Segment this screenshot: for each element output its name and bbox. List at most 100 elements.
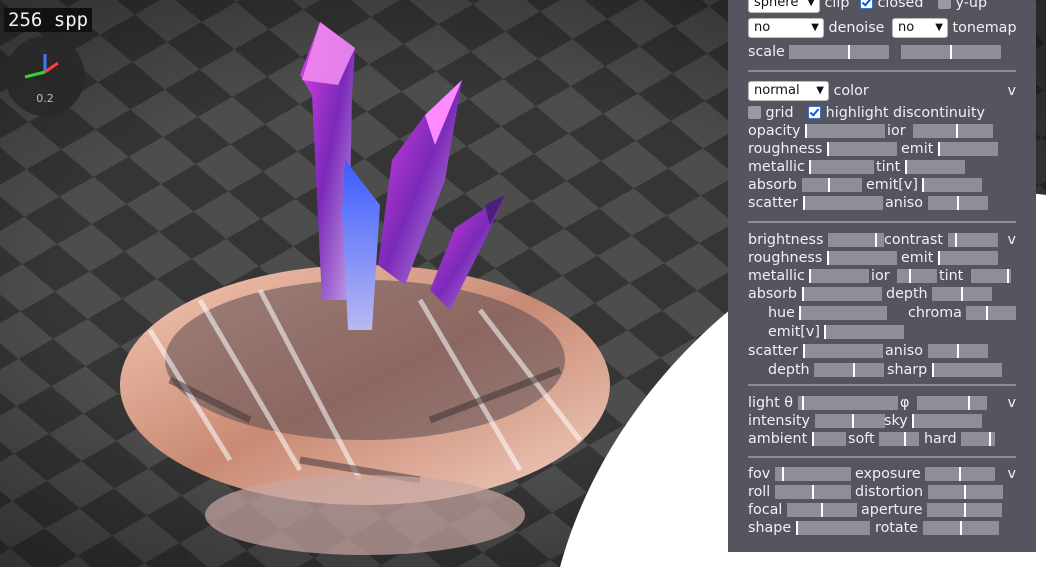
focal-slider[interactable]	[786, 503, 857, 517]
slider-knob[interactable]	[961, 287, 964, 301]
slider-knob[interactable]	[954, 233, 957, 247]
aperture-shape-slider[interactable]	[795, 521, 870, 535]
denoise-select[interactable]: no ▼	[748, 18, 824, 38]
slider-knob[interactable]	[937, 251, 940, 265]
collapse-material-toggle[interactable]: v	[1008, 82, 1016, 100]
aperture-slider[interactable]	[927, 503, 1003, 517]
slider-knob[interactable]	[875, 233, 878, 247]
grid-checkbox[interactable]	[748, 106, 761, 119]
aniso-slider[interactable]	[927, 196, 988, 210]
slider-knob[interactable]	[922, 178, 925, 192]
y-up-checkbox[interactable]	[937, 0, 951, 9]
scale-slider-2[interactable]	[900, 45, 1001, 59]
chroma-slider[interactable]	[966, 306, 1017, 320]
collapse-camera-toggle[interactable]: v	[1008, 465, 1016, 483]
tonemap-select[interactable]: no ▼	[892, 18, 948, 38]
slider-knob[interactable]	[801, 287, 804, 301]
intensity-slider[interactable]	[814, 414, 885, 428]
emit-v-slider[interactable]	[824, 325, 905, 339]
slider-knob[interactable]	[967, 396, 970, 410]
slider-knob[interactable]	[949, 45, 952, 59]
slider-knob[interactable]	[908, 269, 911, 283]
ior-slider[interactable]	[897, 269, 938, 283]
hue-slider[interactable]	[799, 306, 888, 320]
tint-slider[interactable]	[970, 269, 1011, 283]
slider-knob[interactable]	[964, 485, 967, 499]
slider-knob[interactable]	[956, 344, 959, 358]
roughness-slider[interactable]	[826, 142, 897, 156]
depth-slider-2[interactable]	[814, 363, 885, 377]
slider-knob[interactable]	[802, 396, 805, 410]
slider-knob[interactable]	[848, 45, 851, 59]
roughness-slider[interactable]	[826, 251, 897, 265]
slider-knob[interactable]	[802, 344, 805, 358]
soft-slider[interactable]	[879, 432, 920, 446]
rotate-slider[interactable]	[922, 521, 999, 535]
emit-v-slider[interactable]	[922, 178, 983, 192]
ior-slider[interactable]	[913, 124, 994, 138]
ambient-slider[interactable]	[811, 432, 846, 446]
hard-slider[interactable]	[961, 432, 996, 446]
slider-knob[interactable]	[802, 196, 805, 210]
slider-knob[interactable]	[904, 160, 907, 174]
axis-gizmo[interactable]: 0.2	[5, 36, 85, 116]
slider-knob[interactable]	[989, 432, 992, 446]
depth-slider[interactable]	[932, 287, 993, 301]
slider-knob[interactable]	[811, 432, 814, 446]
slider-knob[interactable]	[799, 306, 802, 320]
slider-knob[interactable]	[956, 124, 959, 138]
settings-panel[interactable]: sphere ▼ clip closed y-up no ▼ denoise no ▼…	[728, 0, 1036, 552]
closed-checkbox[interactable]	[859, 0, 873, 9]
absorb-slider[interactable]	[801, 178, 862, 192]
opacity-slider[interactable]	[805, 124, 886, 138]
roll-slider[interactable]	[774, 485, 851, 499]
scatter-slider[interactable]	[802, 196, 883, 210]
metallic-slider[interactable]	[809, 160, 875, 174]
brightness-slider[interactable]	[827, 233, 884, 247]
highlight-discontinuity-checkbox[interactable]	[808, 106, 822, 119]
tint-slider[interactable]	[904, 160, 965, 174]
slider-knob[interactable]	[811, 485, 814, 499]
material-mode-select[interactable]: normal ▼	[748, 81, 829, 101]
light-theta-slider[interactable]	[797, 396, 898, 410]
exposure-slider[interactable]	[925, 467, 996, 481]
slider-knob[interactable]	[826, 142, 829, 156]
shape-select[interactable]: sphere ▼	[748, 0, 820, 13]
slider-knob[interactable]	[809, 160, 812, 174]
scatter-slider[interactable]	[802, 344, 883, 358]
distortion-slider[interactable]	[927, 485, 1003, 499]
light-phi-slider[interactable]	[916, 396, 987, 410]
slider-knob[interactable]	[1006, 269, 1009, 283]
contrast-slider[interactable]	[947, 233, 998, 247]
sky-slider[interactable]	[912, 414, 983, 428]
slider-knob[interactable]	[826, 251, 829, 265]
slider-knob[interactable]	[827, 178, 830, 192]
slider-knob[interactable]	[851, 414, 854, 428]
metallic-slider[interactable]	[809, 269, 870, 283]
aniso-slider[interactable]	[927, 344, 988, 358]
slider-knob[interactable]	[809, 269, 812, 283]
slider-knob[interactable]	[985, 306, 988, 320]
slider-knob[interactable]	[852, 363, 855, 377]
scale-slider[interactable]	[789, 45, 890, 59]
slider-knob[interactable]	[795, 521, 798, 535]
emit-slider[interactable]	[937, 251, 998, 265]
collapse-light-toggle[interactable]: v	[1008, 394, 1016, 412]
slider-knob[interactable]	[903, 432, 906, 446]
sharp-slider[interactable]	[931, 363, 1002, 377]
absorb-slider[interactable]	[801, 287, 882, 301]
slider-knob[interactable]	[959, 467, 962, 481]
slider-knob[interactable]	[937, 142, 940, 156]
slider-knob[interactable]	[963, 503, 966, 517]
slider-knob[interactable]	[824, 325, 827, 339]
slider-knob[interactable]	[820, 503, 823, 517]
slider-knob[interactable]	[805, 124, 808, 138]
slider-knob[interactable]	[912, 414, 915, 428]
slider-knob[interactable]	[959, 521, 962, 535]
collapse-adjust-toggle[interactable]: v	[1008, 231, 1016, 249]
fov-slider[interactable]	[774, 467, 851, 481]
slider-knob[interactable]	[956, 196, 959, 210]
slider-knob[interactable]	[782, 467, 785, 481]
slider-knob[interactable]	[931, 363, 934, 377]
emit-slider[interactable]	[937, 142, 998, 156]
